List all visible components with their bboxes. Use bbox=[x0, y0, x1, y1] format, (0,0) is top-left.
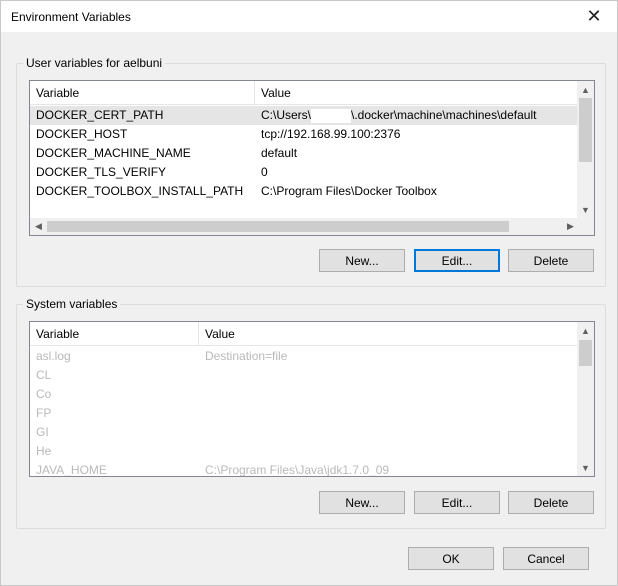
variable-name: DOCKER_TLS_VERIFY bbox=[36, 165, 167, 179]
title-bar: Environment Variables ✕ bbox=[1, 1, 617, 32]
scroll-down-icon[interactable]: ▼ bbox=[577, 459, 594, 476]
cancel-button[interactable]: Cancel bbox=[503, 547, 589, 570]
variable-name: DOCKER_TOOLBOX_INSTALL_PATH bbox=[36, 184, 244, 198]
table-row[interactable]: He bbox=[30, 442, 577, 461]
system-list-vertical-scrollbar[interactable]: ▲ ▼ bbox=[577, 322, 594, 476]
scrollbar-thumb[interactable] bbox=[579, 340, 592, 366]
environment-variables-dialog: Environment Variables ✕ User variables f… bbox=[0, 0, 618, 586]
ok-button[interactable]: OK bbox=[408, 547, 494, 570]
variable-value: C:\Program Files\Docker Toolbox bbox=[261, 184, 437, 198]
redacted-username bbox=[311, 108, 352, 123]
table-row[interactable]: FP bbox=[30, 404, 577, 423]
user-variables-list[interactable]: Variable Value DOCKER_CERT_PATH C:\Users… bbox=[29, 80, 595, 236]
variable-value: default bbox=[261, 146, 298, 160]
scroll-up-icon[interactable]: ▲ bbox=[577, 81, 594, 98]
scroll-up-icon[interactable]: ▲ bbox=[577, 322, 594, 339]
variable-name: FP bbox=[36, 406, 52, 420]
system-variables-group: System variables Variable Value asl.log … bbox=[16, 297, 606, 529]
horizontal-scrollbar-thumb[interactable] bbox=[47, 221, 509, 232]
system-edit-button[interactable]: Edit... bbox=[414, 491, 500, 514]
table-row[interactable]: DOCKER_TLS_VERIFY 0 bbox=[30, 163, 577, 182]
system-new-button[interactable]: New... bbox=[319, 491, 405, 514]
variable-name: GI bbox=[36, 425, 49, 439]
table-row[interactable]: GI bbox=[30, 423, 577, 442]
scrollbar-corner bbox=[577, 218, 594, 235]
system-variables-label: System variables bbox=[23, 297, 121, 311]
variable-name: CL bbox=[36, 368, 52, 382]
user-list-header: Variable Value bbox=[30, 81, 577, 105]
variable-name: DOCKER_CERT_PATH bbox=[36, 108, 164, 122]
window-title: Environment Variables bbox=[11, 10, 131, 24]
value-suffix: \.docker\machine\machines\default bbox=[351, 108, 537, 122]
variable-name: Co bbox=[36, 387, 52, 401]
scrollbar-thumb[interactable] bbox=[579, 98, 592, 162]
system-list-header: Variable Value bbox=[30, 322, 577, 346]
user-list-vertical-scrollbar[interactable]: ▲ ▼ bbox=[577, 81, 594, 218]
user-variables-group: User variables for aelbuni Variable Valu… bbox=[16, 56, 606, 287]
table-row[interactable]: DOCKER_TOOLBOX_INSTALL_PATH C:\Program F… bbox=[30, 182, 577, 201]
user-delete-button[interactable]: Delete bbox=[508, 249, 594, 272]
table-row[interactable]: DOCKER_HOST tcp://192.168.99.100:2376 bbox=[30, 125, 577, 144]
variable-name: asl.log bbox=[36, 349, 71, 363]
table-row[interactable]: DOCKER_CERT_PATH C:\Users\ \.docker\machi… bbox=[30, 106, 577, 125]
variable-value: 0 bbox=[261, 165, 268, 179]
column-header-variable[interactable]: Variable bbox=[30, 81, 255, 105]
column-header-value[interactable]: Value bbox=[255, 81, 579, 105]
column-header-variable[interactable]: Variable bbox=[30, 322, 199, 346]
value-prefix: C:\Users\ bbox=[261, 108, 312, 122]
variable-name: JAVA_HOME bbox=[36, 463, 107, 477]
close-icon: ✕ bbox=[586, 6, 602, 26]
variable-value: C:\Program Files\Java\jdk1.7.0_09 bbox=[205, 463, 390, 477]
variable-value: C:\Users\ \.docker\machine\machines\defau… bbox=[255, 106, 579, 125]
close-button[interactable]: ✕ bbox=[571, 1, 617, 32]
user-new-button[interactable]: New... bbox=[319, 249, 405, 272]
scroll-left-icon[interactable]: ◀ bbox=[30, 218, 47, 235]
scroll-down-icon[interactable]: ▼ bbox=[577, 201, 594, 218]
user-list-horizontal-scrollbar[interactable]: ◀ ▶ bbox=[30, 218, 577, 235]
table-row[interactable]: JAVA_HOME C:\Program Files\Java\jdk1.7.0… bbox=[30, 461, 577, 477]
variable-name: He bbox=[36, 444, 52, 458]
variable-name: DOCKER_HOST bbox=[36, 127, 128, 141]
variable-value: tcp://192.168.99.100:2376 bbox=[261, 127, 401, 141]
table-row[interactable]: CL bbox=[30, 366, 577, 385]
table-row[interactable]: asl.log Destination=file bbox=[30, 347, 577, 366]
table-row[interactable]: DOCKER_MACHINE_NAME default bbox=[30, 144, 577, 163]
system-variables-list[interactable]: Variable Value asl.log Destination=file … bbox=[29, 321, 595, 477]
variable-value: Destination=file bbox=[205, 349, 288, 363]
column-header-value[interactable]: Value bbox=[199, 322, 579, 346]
table-row[interactable]: Co bbox=[30, 385, 577, 404]
system-delete-button[interactable]: Delete bbox=[508, 491, 594, 514]
user-edit-button[interactable]: Edit... bbox=[414, 249, 500, 272]
user-variables-label: User variables for aelbuni bbox=[23, 56, 166, 70]
variable-name: DOCKER_MACHINE_NAME bbox=[36, 146, 191, 160]
